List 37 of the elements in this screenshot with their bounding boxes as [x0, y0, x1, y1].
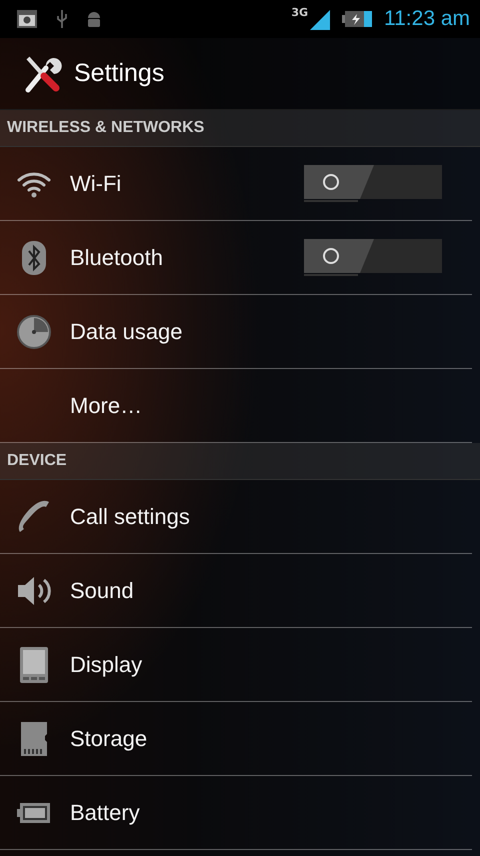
- settings-item[interactable]: Wi-Fi: [0, 147, 472, 221]
- wifi-icon: [17, 170, 51, 198]
- item-label: Storage: [70, 726, 148, 752]
- speaker-icon: [16, 574, 52, 606]
- item-label: Call settings: [70, 504, 190, 530]
- settings-item[interactable]: Storage: [0, 702, 472, 776]
- signal-icon: [308, 8, 330, 30]
- settings-item[interactable]: More…: [0, 369, 472, 443]
- network-type: 3G: [291, 6, 308, 19]
- usb-icon: [56, 9, 68, 29]
- item-label: Data usage: [70, 318, 183, 344]
- pie-clock-icon: [16, 314, 52, 350]
- battery-icon: [342, 10, 372, 28]
- item-label: Display: [70, 652, 142, 678]
- item-label: Bluetooth: [70, 244, 163, 270]
- item-label: Battery: [70, 800, 140, 826]
- screen-title: Settings: [74, 59, 164, 88]
- toggle-switch[interactable]: [304, 164, 442, 202]
- settings-item[interactable]: Call settings: [0, 480, 472, 554]
- clock-time: 11:23 am: [384, 7, 470, 31]
- memory-card-icon: [20, 720, 48, 756]
- battery-icon: [17, 802, 51, 824]
- settings-item[interactable]: Display: [0, 628, 472, 702]
- bluetooth-icon: [21, 240, 47, 276]
- tablet-icon: [19, 646, 49, 684]
- settings-item[interactable]: Bluetooth: [0, 221, 472, 295]
- settings-item[interactable]: Battery: [0, 776, 472, 850]
- item-label: More…: [70, 392, 142, 418]
- item-label: Wi-Fi: [70, 170, 122, 196]
- settings-item[interactable]: Data usage: [0, 295, 472, 369]
- toggle-switch[interactable]: [304, 238, 442, 276]
- phone-handset-icon: [16, 498, 52, 534]
- section-header: WIRELESS & NETWORKS: [7, 119, 204, 137]
- camera-icon: [16, 9, 38, 29]
- settings-item[interactable]: Sound: [0, 554, 472, 628]
- section-header: DEVICE: [7, 452, 67, 470]
- item-label: Sound: [70, 578, 134, 604]
